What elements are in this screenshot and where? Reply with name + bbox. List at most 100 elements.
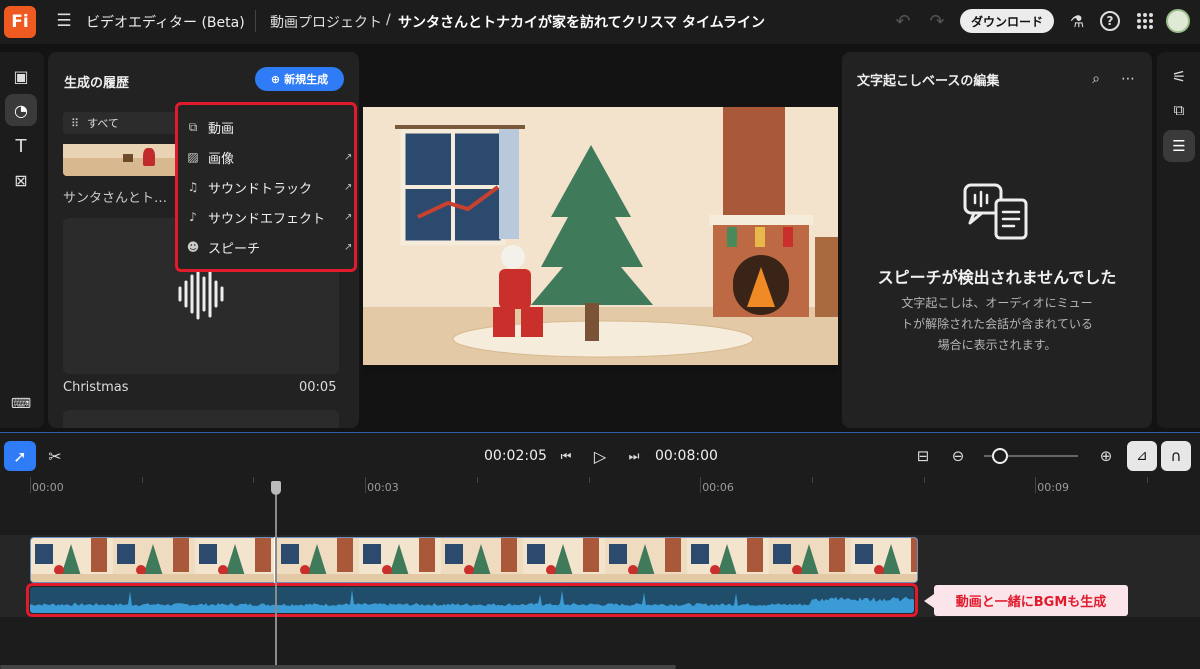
menu-item-sound-effect[interactable]: ♪ サウンドエフェクト ↗ [184, 203, 352, 231]
empty-state-description: トが解除された会話が含まれている [901, 317, 1093, 331]
empty-state-description: 場合に表示されます。 [937, 338, 1057, 352]
breadcrumb-project[interactable]: 動画プロジェクト [270, 12, 382, 32]
annotation-arrow [924, 594, 934, 608]
menu-item-label: 画像 [208, 151, 235, 167]
filter-label: すべて [87, 117, 119, 130]
history-item-title: サンタさんとト… [63, 191, 168, 206]
ruler-tick [476, 477, 478, 483]
timeline-bottom-scrollbar[interactable] [0, 665, 676, 669]
app-title: ビデオエディター (Beta) [86, 15, 245, 31]
audio-waveform-icon [178, 268, 224, 320]
new-generate-label: 新規生成 [284, 73, 329, 86]
ruler-tick [811, 477, 813, 483]
app-logo[interactable]: Fi [4, 6, 36, 38]
ai-generate-icon[interactable]: ⧉ [1167, 98, 1191, 122]
media-library-icon[interactable]: ▣ [9, 64, 33, 88]
history-card-partial[interactable] [63, 410, 339, 428]
new-generate-button[interactable]: ⊕ 新規生成 [255, 67, 344, 91]
menu-item-soundtrack[interactable]: ♫ サウンドトラック ↗ [184, 173, 353, 201]
timeline-ruler[interactable]: 00:00 00:03 00:06 00:09 [0, 477, 1200, 499]
flask-icon[interactable]: ⚗ [1066, 10, 1088, 32]
empty-state-title: スピーチが検出されませんでした [877, 268, 1117, 287]
next-frame-icon[interactable]: ⏭ [622, 445, 646, 467]
generate-history-icon[interactable]: ◔ [5, 94, 37, 126]
annotation-label: 動画と一緒にBGMも生成 [934, 585, 1128, 616]
panel-title: 生成の履歴 [64, 76, 130, 91]
people-icon: ☻ [186, 240, 200, 254]
zoom-slider[interactable] [984, 447, 1078, 465]
ruler-tick [365, 477, 367, 493]
text-tool-icon[interactable]: T [9, 134, 33, 158]
snap-toggle-button[interactable]: ⊿ [1127, 441, 1157, 471]
ruler-tick [588, 477, 590, 483]
playhead-handle[interactable] [270, 481, 281, 495]
ruler-tick [1147, 477, 1148, 483]
play-button[interactable]: ▷ [588, 444, 612, 468]
generate-type-dropdown: ⧉ 動画 ▨ 画像 ↗ ♫ サウンドトラック ↗ ♪ サウンドエフェクト ↗ ☻ スピーチ ↗ [175, 102, 357, 272]
zoom-slider-thumb[interactable] [991, 448, 1008, 464]
keyboard-shortcuts-icon[interactable]: ⌨ [9, 392, 33, 416]
ruler-tick-label: 00:06 [702, 481, 734, 494]
zoom-out-icon[interactable]: ⊖ [946, 445, 970, 467]
captions-icon[interactable]: ⊟ [911, 445, 935, 467]
ruler-tick [700, 477, 702, 493]
left-tool-rail: ▣ ◔ T ⊠ ⌨ [0, 52, 44, 428]
ruler-tick [923, 477, 925, 483]
previous-frame-icon[interactable]: ⏮ [554, 445, 578, 467]
playhead[interactable] [270, 477, 281, 667]
external-arrow-icon: ↗ [344, 151, 353, 163]
ruler-tick-label: 00:00 [32, 481, 64, 494]
history-item-duration: 00:05 [299, 380, 337, 395]
video-preview[interactable] [363, 107, 838, 374]
transcript-panel: 文字起こしベースの編集 ⌕ ⋯ スピーチが検出されませんでした 文字起こしは、オ… [842, 52, 1152, 428]
panel-title: 文字起こしベースの編集 [857, 74, 1000, 89]
music-note-icon: ♫ [187, 180, 199, 194]
new-generate-icon: ⊕ [270, 72, 281, 86]
menu-item-label: 動画 [208, 121, 235, 137]
breadcrumb-current: サンタさんとトナカイが家を訪れてクリスマ タイムライン [398, 15, 766, 31]
video-clip-track[interactable] [30, 537, 918, 583]
more-options-icon[interactable]: ⋯ [1118, 69, 1138, 89]
menu-item-label: サウンドトラック [208, 181, 313, 197]
external-arrow-icon: ↗ [344, 181, 353, 193]
right-tool-rail: ⚟ ⧉ ☰ [1157, 52, 1200, 428]
search-icon[interactable]: ⌕ [1086, 69, 1106, 89]
grid-icon: ⠿ [71, 116, 80, 130]
video-plus-icon: ⧉ [188, 119, 198, 134]
divider [255, 10, 256, 32]
menu-item-image[interactable]: ▨ 画像 ↗ [184, 143, 352, 171]
playhead-line [274, 495, 277, 665]
menu-item-video[interactable]: ⧉ 動画 [184, 113, 234, 141]
audio-clip-track[interactable] [30, 587, 914, 613]
current-time: 00:02:05 [484, 448, 547, 464]
breadcrumb-separator: / [386, 12, 391, 28]
empty-state-description: 文字起こしは、オーディオにミュー [901, 296, 1093, 310]
avatar[interactable] [1166, 9, 1190, 33]
transcript-icon[interactable]: ☰ [1163, 130, 1195, 162]
top-bar: Fi ☰ ビデオエディター (Beta) 動画プロジェクト / サンタさんとトナ… [0, 0, 1200, 44]
adjustments-icon[interactable]: ⚟ [1167, 64, 1191, 88]
download-button[interactable]: ダウンロード [960, 9, 1054, 33]
ruler-tick [30, 477, 31, 493]
sparkle-note-icon: ♪ [189, 210, 197, 224]
zoom-in-icon[interactable]: ⊕ [1094, 445, 1118, 467]
total-time: 00:08:00 [655, 448, 718, 464]
undo-icon[interactable]: ↶ [892, 10, 914, 32]
magnet-toggle-button[interactable]: ∩ [1161, 441, 1191, 471]
select-tool-button[interactable]: ➚ [4, 441, 36, 471]
audio-waveform [30, 589, 914, 613]
hamburger-menu-icon[interactable]: ☰ [54, 11, 74, 31]
help-icon[interactable]: ? [1100, 11, 1120, 31]
menu-item-speech[interactable]: ☻ スピーチ ↗ [184, 233, 353, 261]
shape-tool-icon[interactable]: ⊠ [9, 168, 33, 192]
ruler-tick [253, 477, 255, 483]
scissors-icon[interactable]: ✂ [42, 443, 68, 469]
filter-select[interactable]: ⠿ すべて [63, 112, 178, 134]
transcript-chat-icon [963, 183, 1028, 240]
external-arrow-icon: ↗ [344, 241, 353, 253]
redo-icon[interactable]: ↷ [926, 10, 948, 32]
ruler-tick [141, 477, 143, 483]
history-thumb-video[interactable] [63, 144, 178, 176]
apps-grid-icon[interactable] [1136, 12, 1154, 30]
history-item-title: Christmas [63, 380, 129, 395]
